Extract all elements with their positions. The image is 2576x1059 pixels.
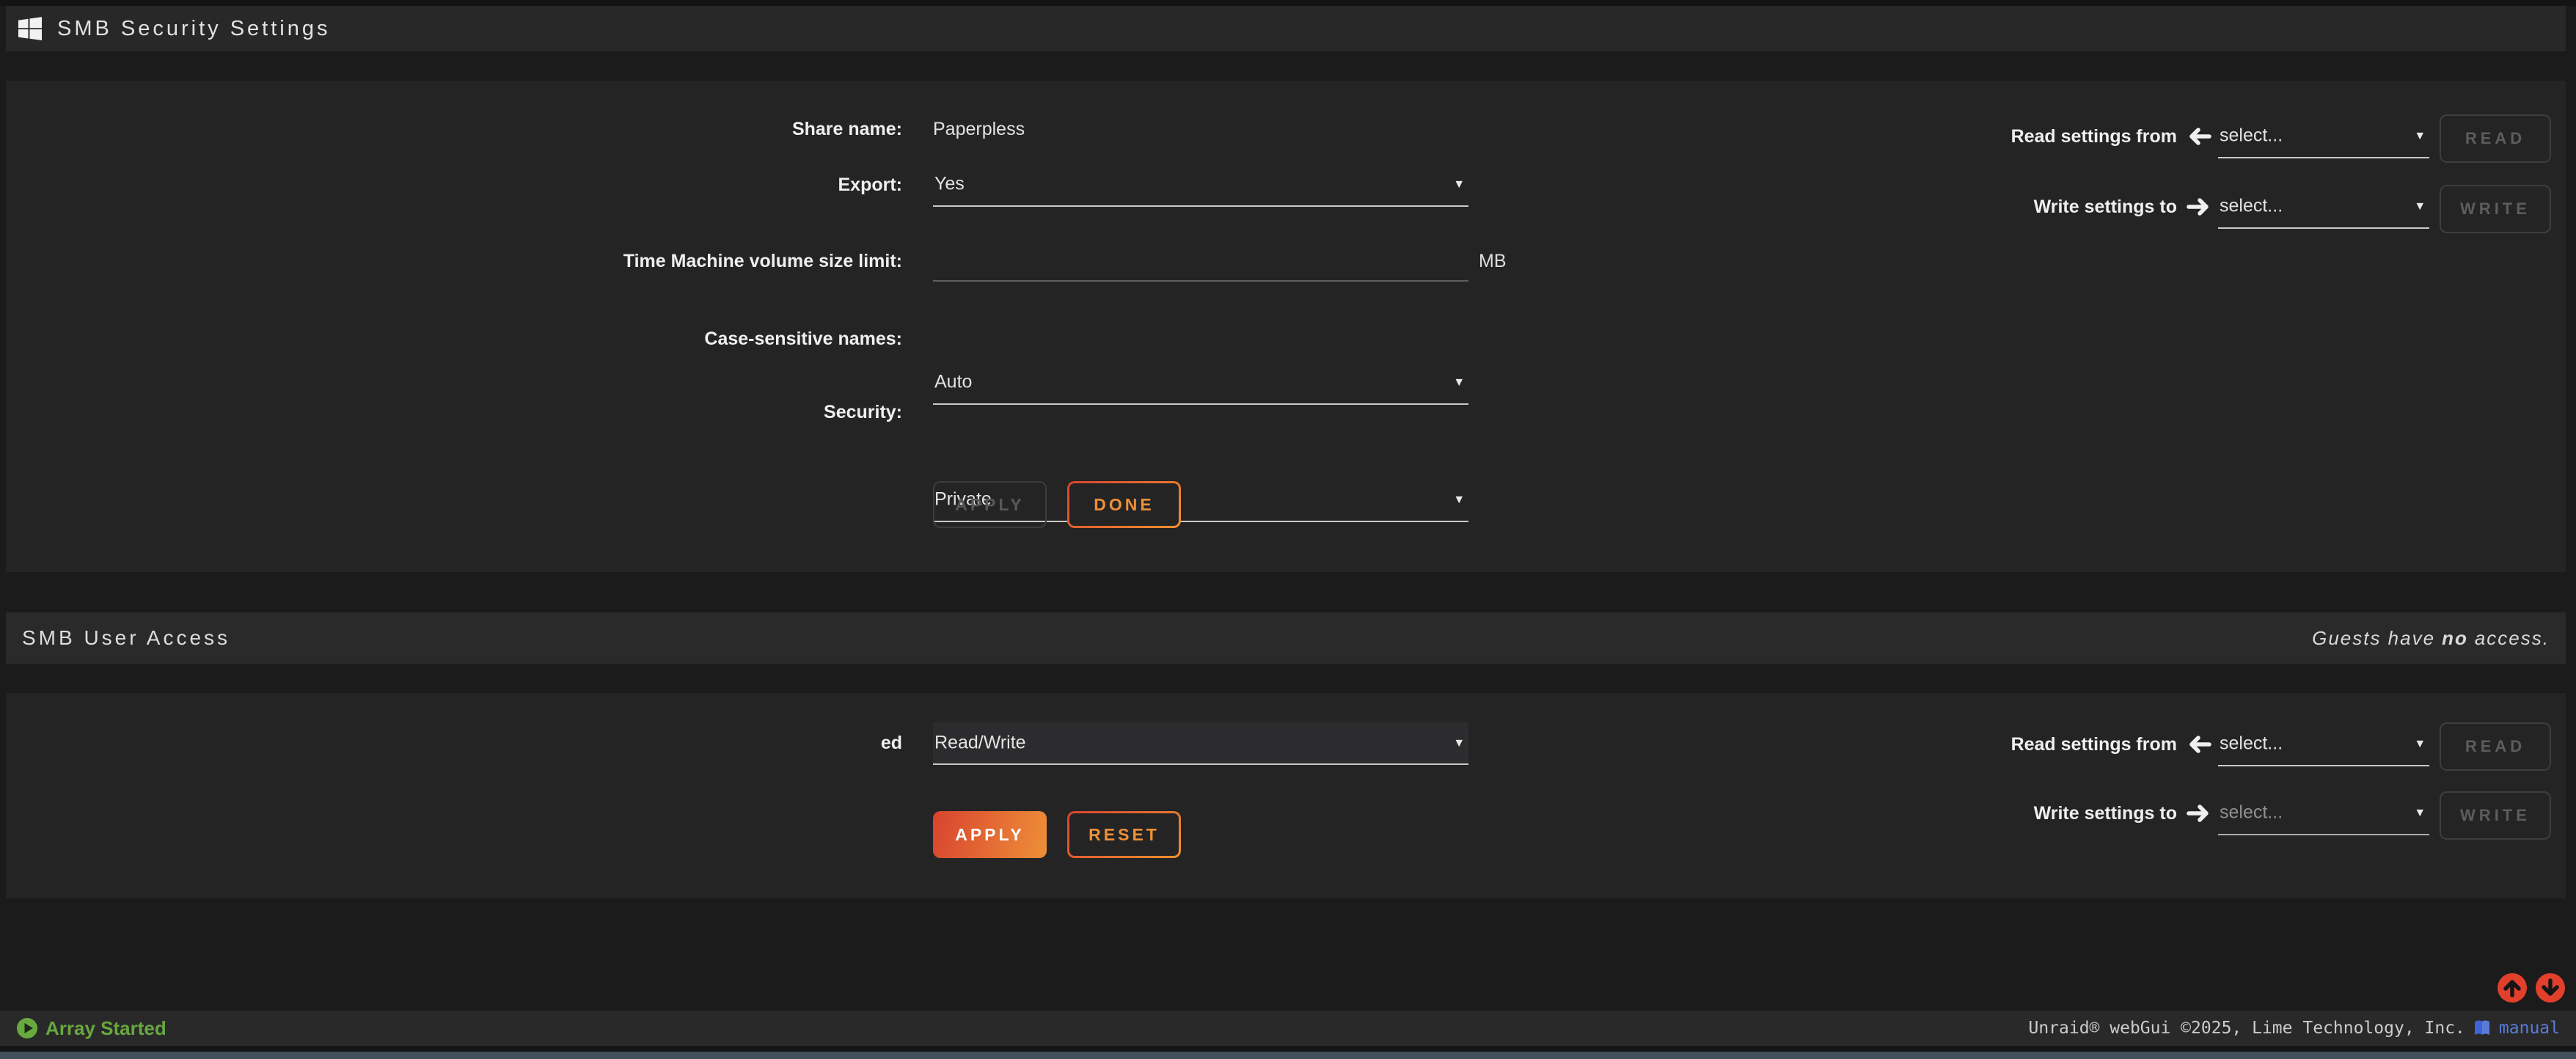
dropdown-arrow-icon: ▾ — [2416, 805, 2423, 821]
smb-settings-page: SMB Security Settings Share name: Paperp… — [0, 0, 2576, 1059]
dropdown-arrow-icon: ▾ — [1455, 491, 1463, 508]
share-name-value-wrap: Paperpless — [933, 119, 1468, 140]
read-settings-select-value: select... — [2220, 125, 2283, 147]
copyright-text: Unraid® webGui ©2025, Lime Technology, I… — [2028, 1019, 2465, 1038]
array-started-play-icon — [16, 1017, 38, 1039]
dropdown-arrow-icon: ▾ — [2416, 198, 2423, 215]
windows-logo-icon — [18, 16, 43, 41]
export-label: Export: — [462, 175, 902, 196]
dropdown-arrow-icon: ▾ — [2416, 128, 2423, 144]
write-button[interactable]: WRITE — [2440, 791, 2551, 840]
user-ed-label: ed — [462, 733, 902, 754]
case-sensitive-label: Case-sensitive names: — [462, 329, 902, 350]
dropdown-arrow-icon: ▾ — [1455, 735, 1463, 752]
write-settings-select-value: select... — [2220, 802, 2283, 824]
smb-security-panel: Share name: Paperpless Export: Yes ▾ Tim… — [6, 81, 2566, 572]
guests-access-note: Guests have no access. — [2312, 627, 2550, 650]
write-settings-select[interactable]: select... ▾ — [2218, 185, 2429, 229]
tm-size-field-wrap — [933, 239, 1468, 283]
arrow-right-icon — [2186, 185, 2212, 229]
read-settings-label: Read settings from — [1737, 722, 2177, 766]
note-suffix: access. — [2475, 627, 2550, 649]
read-settings-label: Read settings from — [1737, 114, 2177, 158]
array-status-text: Array Started — [45, 1017, 167, 1040]
top-edge-strip — [0, 0, 2576, 6]
security-label: Security: — [462, 402, 902, 423]
dropdown-arrow-icon: ▾ — [1455, 374, 1463, 391]
read-settings-select[interactable]: select... ▾ — [2218, 722, 2429, 766]
write-settings-label: Write settings to — [1737, 185, 2177, 229]
footer-divider — [0, 1046, 2576, 1052]
footer-bar: Array Started Unraid® webGui ©2025, Lime… — [0, 1011, 2576, 1046]
section-title: SMB User Access — [22, 626, 230, 650]
arrow-left-icon — [2186, 114, 2212, 158]
tm-size-label: Time Machine volume size limit: — [462, 251, 902, 272]
reset-button-label: RESET — [1069, 813, 1179, 856]
case-sensitive-select[interactable]: Auto ▾ — [933, 361, 1468, 405]
arrow-right-icon — [2186, 791, 2212, 835]
array-status: Array Started — [16, 1017, 167, 1040]
read-settings-select[interactable]: select... ▾ — [2218, 114, 2429, 158]
note-bold: no — [2442, 627, 2468, 649]
manual-book-icon — [2473, 1019, 2492, 1037]
read-button[interactable]: READ — [2440, 114, 2551, 163]
dropdown-arrow-icon: ▾ — [1455, 176, 1463, 193]
export-select[interactable]: Yes ▾ — [933, 163, 1468, 207]
note-prefix: Guests have — [2312, 627, 2435, 649]
bottom-edge-strip — [0, 1052, 2576, 1059]
write-settings-select[interactable]: select... ▾ — [2218, 791, 2429, 835]
user-access-select[interactable]: Read/Write ▾ — [933, 722, 1468, 765]
user-access-select-value: Read/Write — [934, 733, 1026, 754]
case-sensitive-select-value: Auto — [934, 372, 972, 393]
done-button-label: DONE — [1069, 483, 1179, 526]
reset-button[interactable]: RESET — [1067, 811, 1181, 858]
dropdown-arrow-icon: ▾ — [2416, 736, 2423, 752]
scroll-to-top-button[interactable] — [2497, 972, 2528, 1003]
apply-button[interactable]: APPLY — [933, 811, 1047, 858]
scroll-to-bottom-button[interactable] — [2535, 972, 2566, 1003]
smb-user-access-header: SMB User Access Guests have no access. — [6, 612, 2566, 664]
title-bar: SMB Security Settings — [6, 6, 2566, 51]
manual-link[interactable]: manual — [2499, 1019, 2560, 1038]
share-name-label: Share name: — [462, 119, 902, 140]
footer-right: Unraid® webGui ©2025, Lime Technology, I… — [2028, 1019, 2560, 1038]
tm-size-unit: MB — [1479, 251, 1507, 272]
write-settings-select-value: select... — [2220, 196, 2283, 217]
apply-button[interactable]: APPLY — [933, 481, 1047, 528]
read-button[interactable]: READ — [2440, 722, 2551, 771]
read-settings-select-value: select... — [2220, 733, 2283, 755]
write-button[interactable]: WRITE — [2440, 185, 2551, 233]
share-name-value: Paperpless — [933, 119, 1025, 139]
done-button[interactable]: DONE — [1067, 481, 1181, 528]
smb-user-access-panel: ed Read/Write ▾ APPLY RESET Read setting… — [6, 693, 2566, 898]
write-settings-label: Write settings to — [1737, 791, 2177, 835]
export-select-value: Yes — [934, 174, 965, 195]
tm-size-input[interactable] — [933, 239, 1468, 282]
page-title: SMB Security Settings — [57, 17, 331, 41]
arrow-left-icon — [2186, 722, 2212, 766]
